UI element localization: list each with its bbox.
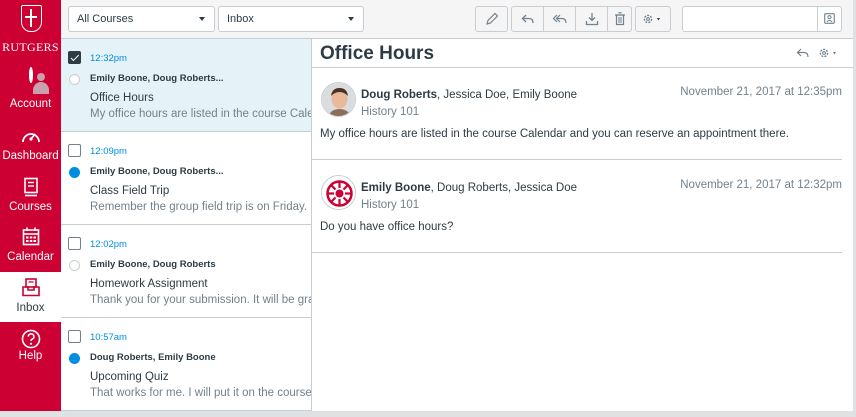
delete-icon	[614, 12, 625, 26]
nav-label: Courses	[9, 201, 52, 213]
message-body: Do you have office hours?	[320, 221, 454, 233]
read-status-icon[interactable]	[69, 74, 80, 85]
help-question-icon	[21, 329, 41, 352]
conversation-checkbox[interactable]	[68, 330, 81, 343]
conversation-participants: Emily Boone, Doug Roberts...	[90, 166, 224, 177]
message-date: November 21, 2017 at 12:35pm	[680, 86, 842, 98]
message-course: History 101	[361, 106, 420, 118]
unread-status-icon[interactable]	[69, 167, 80, 178]
thread-title: Office Hours	[320, 43, 435, 64]
conversation-item[interactable]: 12:32pm Emily Boone, Doug Roberts... Off…	[61, 39, 312, 132]
settings-gear-icon[interactable]	[818, 47, 840, 59]
conversation-checkbox[interactable]	[68, 237, 81, 250]
search-people-button[interactable]	[817, 6, 842, 32]
reply-all-icon	[552, 14, 567, 24]
nav-label: Account	[9, 98, 52, 110]
conversation-subject: Class Field Trip	[90, 185, 170, 197]
avatar[interactable]	[321, 175, 356, 210]
chevron-down-icon	[348, 17, 354, 21]
conversation-preview: Thank you for your submission. It will b…	[90, 294, 311, 306]
window-frame	[0, 411, 856, 417]
conversation-item[interactable]: 10:57am Doug Roberts, Emily Boone Upcomi…	[61, 318, 312, 411]
message-authors: Emily Boone, Doug Roberts, Jessica Doe	[361, 182, 577, 194]
unread-status-icon[interactable]	[69, 353, 80, 364]
nav-item-inbox[interactable]: Inbox	[0, 272, 61, 322]
conversation-subject: Office Hours	[90, 92, 154, 104]
nav-item-courses[interactable]: Courses	[0, 170, 61, 221]
search-people-icon	[824, 13, 835, 24]
conversation-time: 10:57am	[90, 332, 127, 343]
message-recipients: , Jessica Doe, Emily Boone	[437, 89, 578, 101]
course-filter-value: All Courses	[77, 13, 134, 25]
conversation-item[interactable]: 12:02pm Emily Boone, Doug Roberts Homewo…	[61, 225, 311, 318]
conversation-time: 12:32pm	[90, 53, 127, 64]
conversation-checkbox[interactable]	[68, 144, 81, 157]
account-avatar-icon	[28, 67, 49, 94]
message-author: Emily Boone	[361, 182, 431, 194]
global-navigation: RUTGERS Account Dashboard Courses Calend…	[0, 0, 61, 411]
nav-item-dashboard[interactable]: Dashboard	[0, 118, 61, 169]
reply-icon[interactable]	[796, 47, 810, 59]
brand-name: RUTGERS	[2, 40, 59, 54]
conversation-preview: That works for me. I will put it on the …	[90, 387, 312, 399]
courses-book-icon	[23, 177, 39, 200]
message-authors: Doug Roberts, Jessica Doe, Emily Boone	[361, 89, 577, 101]
nav-item-help[interactable]: Help	[0, 326, 61, 377]
message-pane: Office Hours Doug Roberts, Jessica Doe, …	[312, 39, 856, 411]
inbox-tray-icon	[21, 278, 40, 300]
folder-filter-select[interactable]: Inbox	[218, 6, 364, 32]
message-recipients: , Doug Roberts, Jessica Doe	[430, 182, 578, 194]
nav-label: Dashboard	[2, 150, 59, 162]
nav-item-calendar[interactable]: Calendar	[0, 222, 61, 273]
search-input[interactable]	[682, 6, 818, 32]
read-status-icon[interactable]	[69, 260, 80, 271]
settings-gear-icon	[643, 14, 660, 24]
nav-item-account[interactable]: Account	[0, 64, 61, 115]
conversation-checkbox[interactable]	[68, 51, 81, 64]
message-item: Doug Roberts, Jessica Doe, Emily Boone H…	[312, 68, 842, 160]
conversation-time: 12:09pm	[90, 146, 127, 157]
nav-label: Calendar	[7, 251, 54, 263]
person-photo-icon	[322, 83, 355, 116]
message-body: My office hours are listed in the course…	[320, 128, 790, 140]
conversation-list: 12:32pm Emily Boone, Doug Roberts... Off…	[61, 39, 312, 411]
conversation-participants: Emily Boone, Doug Roberts	[90, 259, 216, 270]
archive-icon	[585, 13, 598, 26]
compose-icon	[485, 12, 498, 25]
delete-button[interactable]	[607, 6, 632, 32]
message-item: Emily Boone, Doug Roberts, Jessica Doe H…	[312, 161, 842, 253]
conversation-subject: Upcoming Quiz	[90, 371, 169, 383]
conversation-participants: Doug Roberts, Emily Boone	[90, 352, 216, 363]
message-date: November 21, 2017 at 12:32pm	[680, 179, 842, 191]
compose-button[interactable]	[475, 6, 508, 32]
archive-button[interactable]	[575, 6, 608, 32]
conversation-item[interactable]: 12:09pm Emily Boone, Doug Roberts... Cla…	[61, 132, 311, 225]
course-filter-select[interactable]: All Courses	[68, 6, 215, 32]
message-author: Doug Roberts	[361, 89, 438, 101]
chevron-down-icon	[199, 17, 205, 21]
conversation-preview: Remember the group field trip is on Frid…	[90, 201, 308, 213]
conversation-time: 12:02pm	[90, 239, 127, 250]
inbox-toolbar: All Courses Inbox	[61, 0, 856, 39]
conversation-subject: Homework Assignment	[90, 278, 208, 290]
scarlet-knight-logo-icon	[322, 176, 355, 209]
nav-label: Help	[18, 350, 43, 362]
conversation-participants: Emily Boone, Doug Roberts...	[90, 73, 224, 84]
calendar-icon	[22, 227, 40, 249]
rutgers-logo[interactable]: RUTGERS	[0, 0, 61, 62]
reply-all-button[interactable]	[543, 6, 576, 32]
conversation-preview: My office hours are listed in the course…	[90, 108, 312, 120]
dashboard-gauge-icon	[21, 128, 41, 147]
reply-icon	[521, 14, 534, 24]
folder-filter-value: Inbox	[227, 13, 254, 25]
reply-button[interactable]	[511, 6, 544, 32]
message-course: History 101	[361, 199, 420, 211]
settings-menu-button[interactable]	[635, 6, 671, 32]
nav-label: Inbox	[16, 302, 45, 314]
avatar[interactable]	[321, 82, 356, 117]
shield-icon	[21, 5, 42, 32]
